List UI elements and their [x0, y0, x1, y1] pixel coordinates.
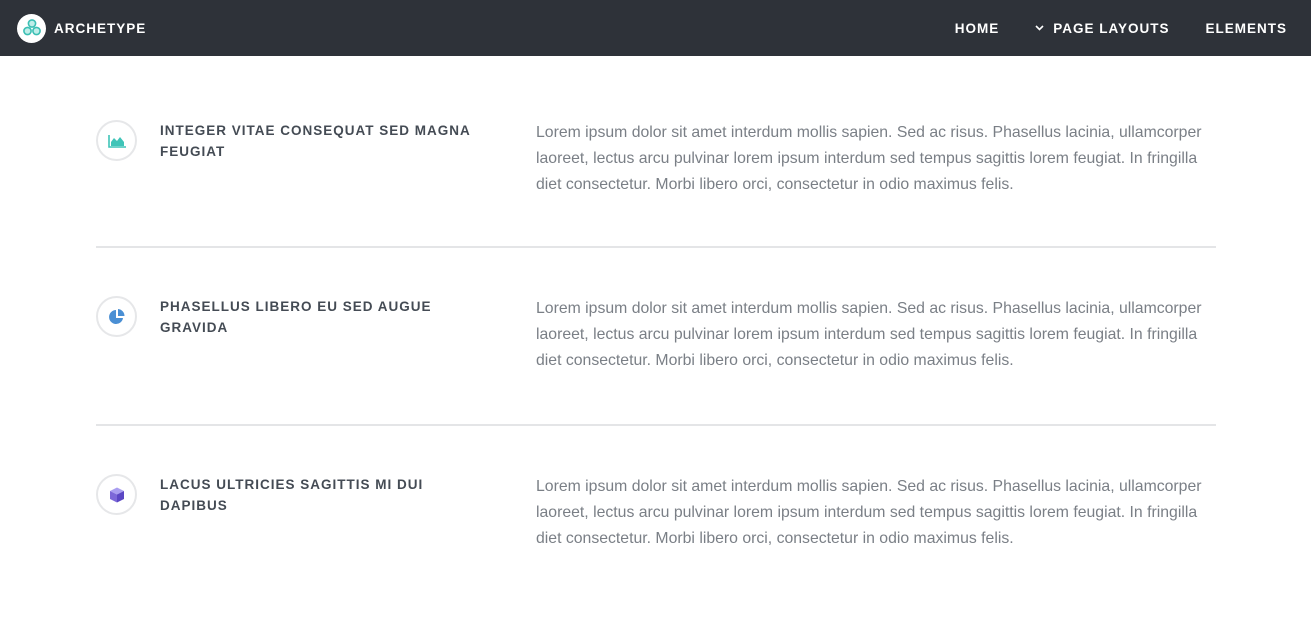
- feature-item: PHASELLUS LIBERO EU SED AUGUE GRAVIDA Lo…: [96, 248, 1216, 424]
- main-nav: HOME PAGE LAYOUTS ELEMENTS: [919, 21, 1287, 36]
- nav-elements[interactable]: ELEMENTS: [1205, 21, 1287, 36]
- cubes-logo-icon: [17, 13, 46, 43]
- brand-name: ARCHETYPE: [54, 20, 147, 36]
- nav-elements-label: ELEMENTS: [1205, 20, 1287, 36]
- feature-title: LACUS ULTRICIES SAGITTIS MI DUI DAPIBUS: [160, 477, 424, 513]
- area-chart-icon: [96, 120, 137, 161]
- feature-description: Lorem ipsum dolor sit amet interdum moll…: [536, 124, 1202, 193]
- nav-page-layouts-label: PAGE LAYOUTS: [1053, 20, 1170, 36]
- feature-item: INTEGER VITAE CONSEQUAT SED MAGNA FEUGIA…: [96, 56, 1216, 246]
- pie-chart-icon: [96, 296, 137, 337]
- top-navbar: ARCHETYPE HOME PAGE LAYOUTS ELEMENTS: [0, 0, 1311, 56]
- feature-title: INTEGER VITAE CONSEQUAT SED MAGNA FEUGIA…: [160, 123, 471, 159]
- feature-item: LACUS ULTRICIES SAGITTIS MI DUI DAPIBUS …: [96, 426, 1216, 602]
- nav-home-label: HOME: [954, 20, 1000, 36]
- cube-icon: [96, 474, 137, 515]
- feature-description: Lorem ipsum dolor sit amet interdum moll…: [536, 478, 1202, 547]
- chevron-down-icon: [1035, 25, 1044, 31]
- features-section: INTEGER VITAE CONSEQUAT SED MAGNA FEUGIA…: [96, 56, 1216, 602]
- feature-title: PHASELLUS LIBERO EU SED AUGUE GRAVIDA: [160, 299, 432, 335]
- nav-page-layouts[interactable]: PAGE LAYOUTS: [1035, 21, 1169, 36]
- nav-home[interactable]: HOME: [955, 21, 1000, 36]
- brand-link[interactable]: ARCHETYPE: [17, 13, 147, 43]
- feature-description: Lorem ipsum dolor sit amet interdum moll…: [536, 300, 1202, 369]
